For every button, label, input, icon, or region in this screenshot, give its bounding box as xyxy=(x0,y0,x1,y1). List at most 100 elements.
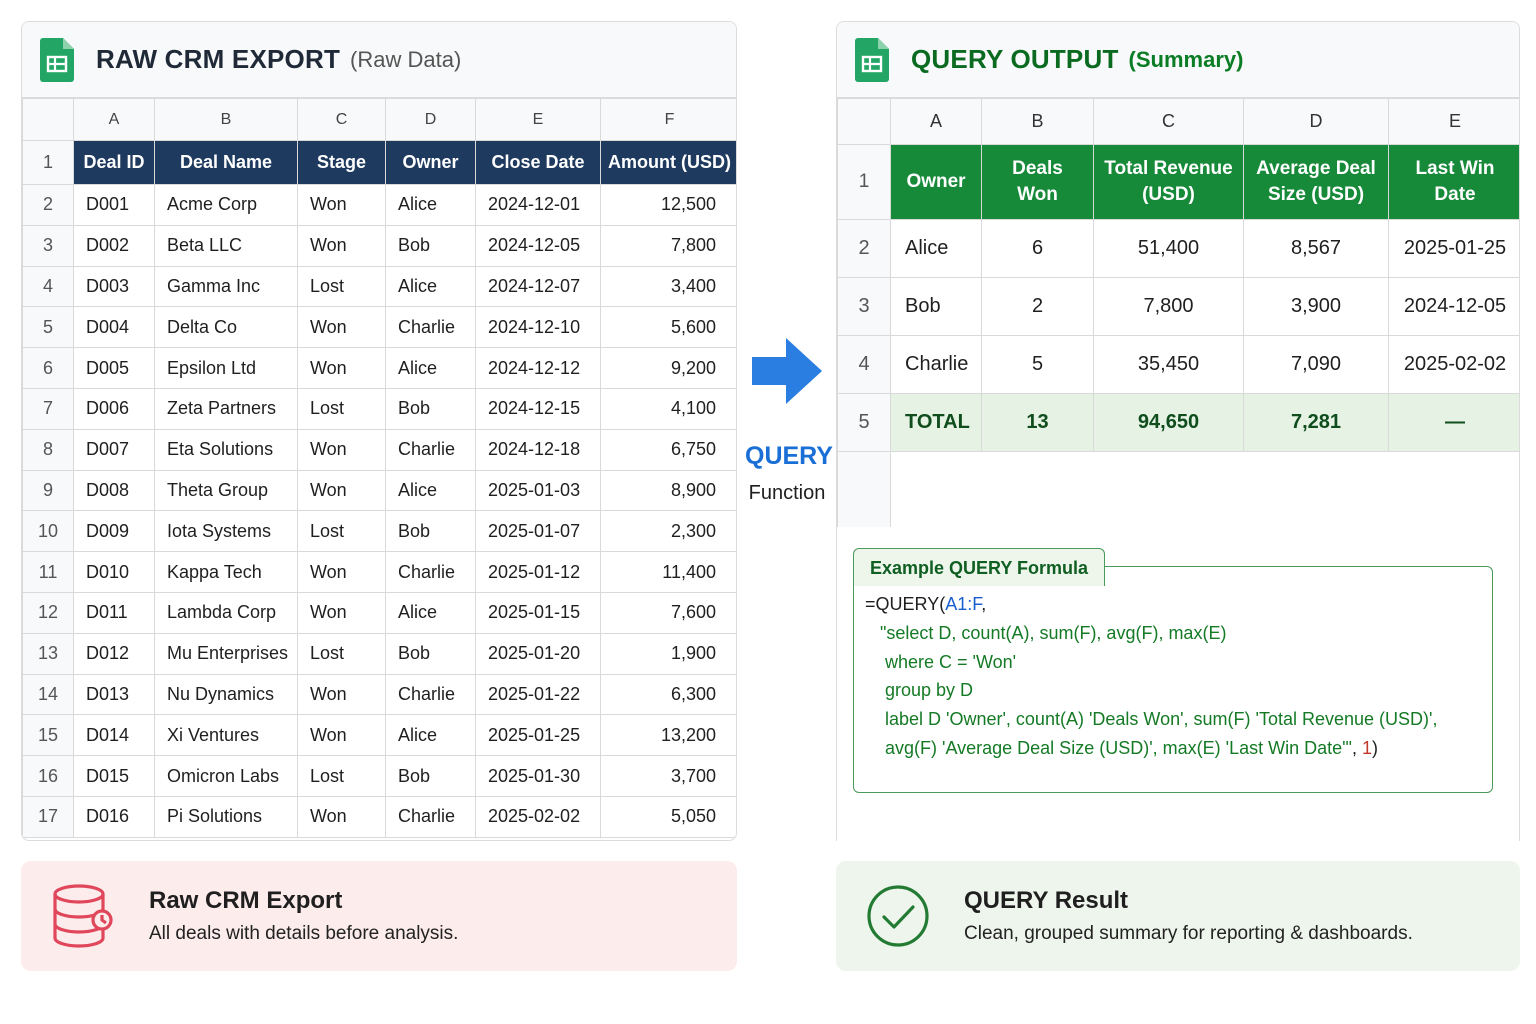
table-cell[interactable]: Epsilon Ltd xyxy=(154,347,298,389)
table-cell[interactable]: 13,200 xyxy=(600,714,736,757)
row-number[interactable]: 4 xyxy=(837,335,891,394)
column-header-A[interactable]: A xyxy=(890,98,982,145)
table-cell[interactable]: 51,400 xyxy=(1093,219,1244,278)
table-cell[interactable]: D005 xyxy=(73,347,155,389)
table-cell[interactable]: 9,200 xyxy=(600,347,736,389)
table-cell[interactable]: Beta LLC xyxy=(154,224,298,267)
table-cell[interactable]: 2025-01-12 xyxy=(475,551,601,593)
table-cell[interactable]: Iota Systems xyxy=(154,510,298,553)
table-cell[interactable]: D009 xyxy=(73,510,155,553)
row-number[interactable]: 15 xyxy=(22,714,74,757)
table-cell[interactable]: Lambda Corp xyxy=(154,591,298,634)
table-cell[interactable]: D011 xyxy=(73,591,155,634)
table-cell[interactable]: Xi Ventures xyxy=(154,714,298,757)
column-header-F[interactable]: F xyxy=(600,98,736,141)
row-number[interactable]: 11 xyxy=(22,551,74,593)
row-number[interactable]: 2 xyxy=(22,184,74,226)
table-cell[interactable]: 2025-01-30 xyxy=(475,755,601,797)
table-cell[interactable]: Won xyxy=(297,469,386,512)
table-cell[interactable]: 2025-01-25 xyxy=(475,714,601,757)
row-number[interactable] xyxy=(837,451,891,527)
total-cell[interactable]: 7,281 xyxy=(1243,393,1389,452)
table-cell[interactable]: Charlie xyxy=(385,673,476,716)
table-cell[interactable]: 7,800 xyxy=(1093,277,1244,336)
table-cell[interactable]: Alice xyxy=(385,714,476,757)
empty-cell[interactable] xyxy=(890,451,1519,527)
table-cell[interactable]: 2024-12-05 xyxy=(475,224,601,267)
table-cell[interactable]: Bob xyxy=(385,755,476,797)
table-cell[interactable]: 2025-01-03 xyxy=(475,469,601,512)
table-cell[interactable]: 6,300 xyxy=(600,673,736,716)
header-cell[interactable]: Last Win Date xyxy=(1388,144,1519,220)
table-cell[interactable]: 2024-12-07 xyxy=(475,265,601,308)
table-cell[interactable]: 2025-01-25 xyxy=(1388,219,1519,278)
table-cell[interactable]: D012 xyxy=(73,632,155,675)
table-cell[interactable]: D001 xyxy=(73,184,155,226)
table-cell[interactable]: Zeta Partners xyxy=(154,387,298,430)
table-cell[interactable]: D007 xyxy=(73,428,155,471)
table-cell[interactable]: Alice xyxy=(385,591,476,634)
header-cell[interactable]: Total Revenue (USD) xyxy=(1093,144,1244,220)
column-header-E[interactable]: E xyxy=(1388,98,1519,145)
row-number[interactable]: 17 xyxy=(22,795,74,838)
table-cell[interactable]: 2025-01-07 xyxy=(475,510,601,553)
table-cell[interactable]: Bob xyxy=(385,510,476,553)
table-cell[interactable]: 2025-02-02 xyxy=(1388,335,1519,394)
header-cell[interactable]: Deal ID xyxy=(73,140,155,185)
table-cell[interactable]: 6,750 xyxy=(600,428,736,471)
row-number[interactable]: 10 xyxy=(22,510,74,553)
table-cell[interactable]: 2025-01-20 xyxy=(475,632,601,675)
total-cell[interactable]: 94,650 xyxy=(1093,393,1244,452)
column-header-D[interactable]: D xyxy=(1243,98,1389,145)
table-cell[interactable]: 5,600 xyxy=(600,306,736,349)
header-cell[interactable]: Owner xyxy=(890,144,982,220)
table-cell[interactable]: Kappa Tech xyxy=(154,551,298,593)
table-cell[interactable]: Lost xyxy=(297,755,386,797)
table-cell[interactable]: 3,900 xyxy=(1243,277,1389,336)
table-cell[interactable]: 11,400 xyxy=(600,551,736,593)
table-cell[interactable]: Won xyxy=(297,551,386,593)
table-cell[interactable]: Alice xyxy=(385,469,476,512)
table-cell[interactable]: Alice xyxy=(385,184,476,226)
table-cell[interactable]: Mu Enterprises xyxy=(154,632,298,675)
table-cell[interactable]: Alice xyxy=(890,219,982,278)
table-cell[interactable]: Won xyxy=(297,714,386,757)
table-cell[interactable]: D016 xyxy=(73,795,155,838)
row-number[interactable]: 12 xyxy=(22,591,74,634)
table-cell[interactable]: 3,400 xyxy=(600,265,736,308)
table-cell[interactable]: Charlie xyxy=(385,551,476,593)
total-cell[interactable]: 13 xyxy=(981,393,1094,452)
table-cell[interactable]: 5,050 xyxy=(600,795,736,838)
table-cell[interactable]: Omicron Labs xyxy=(154,755,298,797)
table-cell[interactable]: Charlie xyxy=(385,306,476,349)
table-cell[interactable]: 8,567 xyxy=(1243,219,1389,278)
header-cell[interactable]: Deal Name xyxy=(154,140,298,185)
row-number[interactable]: 4 xyxy=(22,265,74,308)
header-cell[interactable]: Average Deal Size (USD) xyxy=(1243,144,1389,220)
row-number[interactable]: 1 xyxy=(837,144,891,220)
row-number[interactable]: 14 xyxy=(22,673,74,716)
table-cell[interactable]: Won xyxy=(297,224,386,267)
table-cell[interactable]: Nu Dynamics xyxy=(154,673,298,716)
column-header-C[interactable]: C xyxy=(1093,98,1244,145)
table-cell[interactable]: 12,500 xyxy=(600,184,736,226)
table-cell[interactable]: 1,900 xyxy=(600,632,736,675)
row-number[interactable]: 13 xyxy=(22,632,74,675)
header-cell[interactable]: Deals Won xyxy=(981,144,1094,220)
table-cell[interactable]: Bob xyxy=(385,632,476,675)
table-cell[interactable]: 7,800 xyxy=(600,224,736,267)
table-cell[interactable]: D004 xyxy=(73,306,155,349)
table-cell[interactable]: D013 xyxy=(73,673,155,716)
table-cell[interactable]: Charlie xyxy=(385,428,476,471)
table-cell[interactable]: Bob xyxy=(385,387,476,430)
table-cell[interactable]: Lost xyxy=(297,510,386,553)
table-cell[interactable]: 2024-12-12 xyxy=(475,347,601,389)
table-cell[interactable]: 35,450 xyxy=(1093,335,1244,394)
table-cell[interactable]: Delta Co xyxy=(154,306,298,349)
header-cell[interactable]: Stage xyxy=(297,140,386,185)
table-cell[interactable]: D006 xyxy=(73,387,155,430)
header-cell[interactable]: Owner xyxy=(385,140,476,185)
table-cell[interactable]: Won xyxy=(297,347,386,389)
table-cell[interactable]: Charlie xyxy=(385,795,476,838)
table-cell[interactable]: D014 xyxy=(73,714,155,757)
